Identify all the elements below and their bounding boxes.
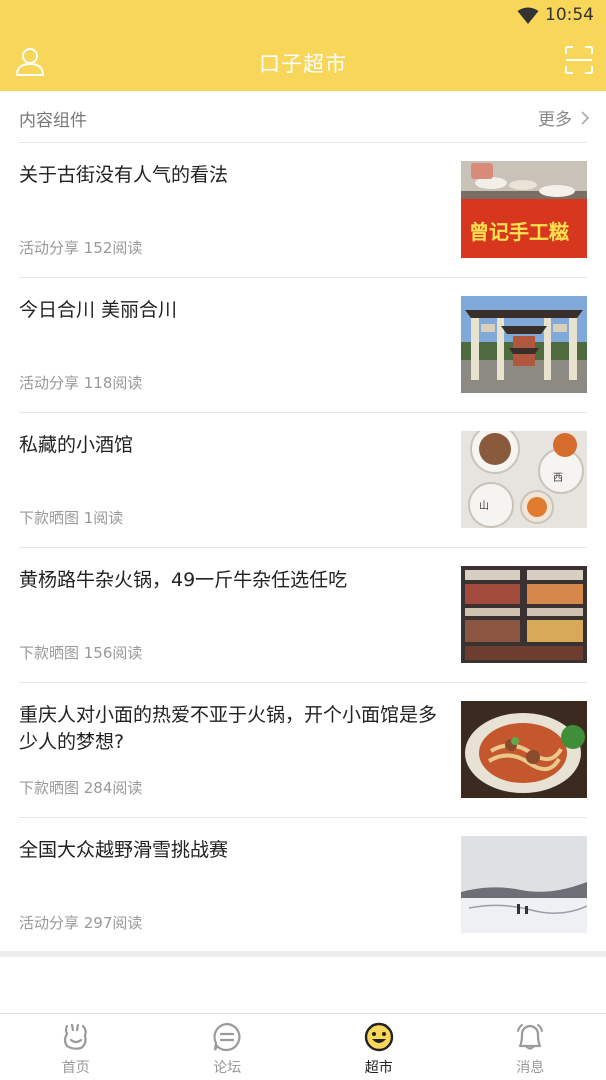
chevron-right-icon — [581, 110, 590, 125]
wifi-icon — [517, 7, 539, 24]
svg-text:西: 西 — [553, 473, 563, 484]
section-header: 内容组件 更多 — [0, 91, 606, 143]
more-button[interactable]: 更多 — [538, 105, 590, 130]
list-item[interactable]: 私藏的小酒馆 下款晒图 1阅读 西 山 — [19, 413, 587, 548]
article-list: 关于古街没有人气的看法 活动分享 152阅读 曾记手工糍 今日合川 美丽合川 活… — [0, 143, 606, 953]
status-time: 10:54 — [545, 5, 594, 25]
forum-icon — [213, 1022, 241, 1052]
item-title: 私藏的小酒馆 — [19, 434, 134, 456]
tab-forum[interactable]: 论坛 — [152, 1014, 304, 1080]
item-title: 关于古街没有人气的看法 — [19, 164, 229, 186]
bell-icon — [517, 1024, 544, 1050]
item-title: 今日合川 美丽合川 — [19, 299, 178, 321]
item-meta: 活动分享 297阅读 — [19, 914, 143, 932]
item-title: 黄杨路牛杂火锅，49一斤牛杂任选任吃 — [19, 569, 348, 591]
list-item[interactable]: 今日合川 美丽合川 活动分享 118阅读 — [19, 278, 587, 413]
list-item[interactable]: 重庆人对小面的热爱不亚于火锅，开个小面馆是多少人的梦想? 下款晒图 284阅读 — [19, 683, 587, 818]
tab-label: 超市 — [364, 1060, 393, 1076]
item-meta: 下款晒图 1阅读 — [19, 509, 124, 527]
item-meta: 活动分享 152阅读 — [19, 239, 143, 257]
page-title: 口子超市 — [259, 52, 347, 76]
top-bar: 10:54 口子超市 — [0, 0, 606, 91]
thumbnail-image — [461, 566, 587, 663]
bottom-tab-bar: 首页 论坛 超市 消息 — [0, 1013, 606, 1080]
section-title: 内容组件 — [19, 111, 87, 131]
divider — [0, 951, 606, 957]
tab-market[interactable]: 超市 — [303, 1014, 455, 1080]
tab-label: 首页 — [61, 1060, 90, 1076]
item-meta: 活动分享 118阅读 — [19, 374, 143, 392]
thumbnail-image — [461, 701, 587, 798]
thumbnail-image: 西 山 — [461, 431, 587, 528]
svg-text:山: 山 — [479, 500, 489, 512]
app-bar: 口子超市 — [0, 32, 606, 91]
status-bar: 10:54 — [0, 0, 606, 32]
item-title: 重庆人对小面的热爱不亚于火锅，开个小面馆是多少人的梦想? — [19, 704, 438, 753]
tab-home[interactable]: 首页 — [0, 1014, 152, 1080]
thumbnail-image — [461, 836, 587, 933]
item-meta: 下款晒图 156阅读 — [19, 644, 143, 662]
list-item[interactable]: 关于古街没有人气的看法 活动分享 152阅读 曾记手工糍 — [19, 143, 587, 278]
item-title: 全国大众越野滑雪挑战赛 — [19, 839, 229, 861]
list-item[interactable]: 黄杨路牛杂火锅，49一斤牛杂任选任吃 下款晒图 156阅读 — [19, 548, 587, 683]
tab-label: 消息 — [516, 1060, 545, 1076]
home-icon — [63, 1023, 87, 1050]
market-icon — [364, 1022, 393, 1052]
more-label: 更多 — [538, 110, 572, 130]
thumbnail-image: 曾记手工糍 — [461, 161, 587, 258]
item-meta: 下款晒图 284阅读 — [19, 779, 143, 797]
tab-messages[interactable]: 消息 — [455, 1014, 606, 1080]
svg-text:曾记手工糍: 曾记手工糍 — [469, 220, 569, 244]
scan-icon[interactable] — [564, 45, 594, 75]
tab-label: 论坛 — [213, 1060, 242, 1076]
list-item[interactable]: 全国大众越野滑雪挑战赛 活动分享 297阅读 — [19, 818, 587, 953]
thumbnail-image — [461, 296, 587, 393]
